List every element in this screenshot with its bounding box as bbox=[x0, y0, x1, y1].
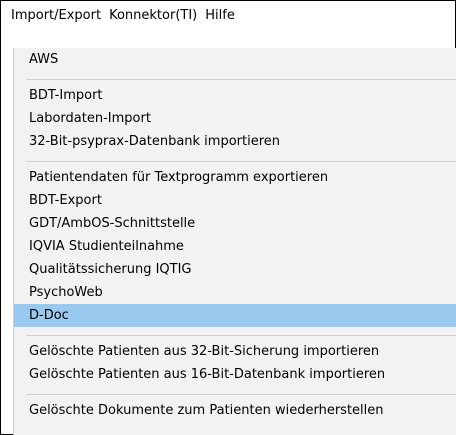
menu-separator bbox=[26, 394, 456, 395]
menu-item-geloeschte-patienten-32bit[interactable]: Gelöschte Patienten aus 32-Bit-Sicherung… bbox=[14, 340, 456, 363]
import-export-dropdown: AWS BDT-Import Labordaten-Import 32-Bit-… bbox=[13, 48, 456, 435]
menu-item-32bit-datenbank-importieren[interactable]: 32-Bit-psyprax-Datenbank importieren bbox=[14, 130, 456, 153]
menu-import-export[interactable]: Import/Export bbox=[2, 6, 105, 26]
menu-konnektor-ti[interactable]: Konnektor(TI) bbox=[105, 6, 201, 26]
menu-item-iqvia-studienteilnahme[interactable]: IQVIA Studienteilnahme bbox=[14, 235, 456, 258]
menu-separator bbox=[26, 335, 456, 336]
menu-separator bbox=[26, 161, 456, 162]
menu-separator bbox=[26, 79, 456, 80]
menu-item-bdt-import[interactable]: BDT-Import bbox=[14, 84, 456, 107]
menu-hilfe[interactable]: Hilfe bbox=[201, 6, 239, 26]
menu-item-psychoweb[interactable]: PsychoWeb bbox=[14, 281, 456, 304]
menu-item-aws[interactable]: AWS bbox=[14, 48, 456, 71]
menu-item-gdt-ambos-schnittstelle[interactable]: GDT/AmbOS-Schnittstelle bbox=[14, 212, 456, 235]
menu-item-labordaten-import[interactable]: Labordaten-Import bbox=[14, 107, 456, 130]
menu-item-geloeschte-dokumente-wiederherstellen[interactable]: Gelöschte Dokumente zum Patienten wieder… bbox=[14, 399, 456, 422]
menu-item-geloeschte-patienten-16bit[interactable]: Gelöschte Patienten aus 16-Bit-Datenbank… bbox=[14, 363, 456, 386]
menu-item-bdt-export[interactable]: BDT-Export bbox=[14, 189, 456, 212]
menu-item-d-doc[interactable]: D-Doc bbox=[14, 304, 456, 327]
menu-item-patientendaten-exportieren[interactable]: Patientendaten für Textprogramm exportie… bbox=[14, 166, 456, 189]
menu-bar: Import/Export Konnektor(TI) Hilfe bbox=[2, 2, 455, 30]
menu-item-qualitaetssicherung-iqtig[interactable]: Qualitätssicherung IQTIG bbox=[14, 258, 456, 281]
